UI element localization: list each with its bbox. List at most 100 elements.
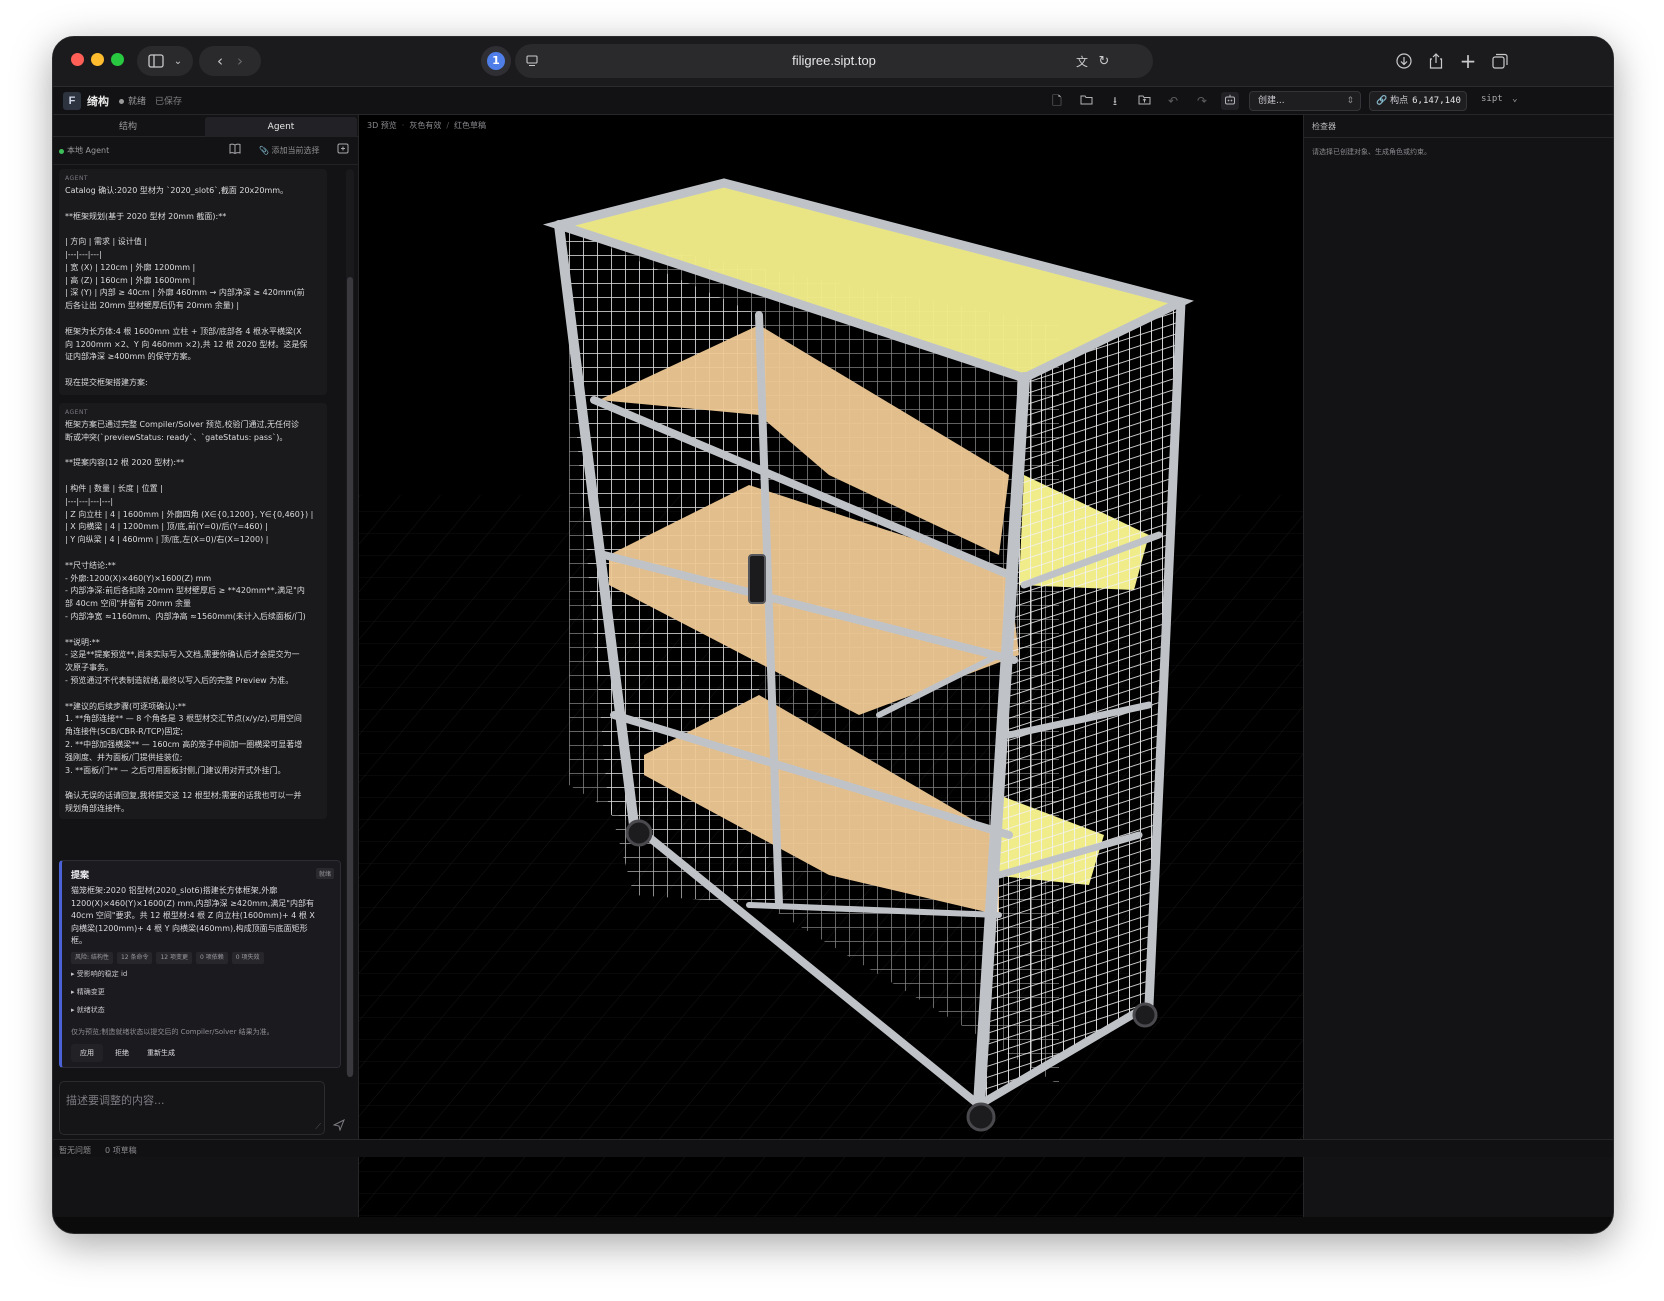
message-line: **说明:** xyxy=(65,637,100,647)
book-icon[interactable] xyxy=(229,143,241,157)
reject-button[interactable]: 拒绝 xyxy=(109,1044,135,1062)
message-line: 向 1200mm ×2、Y 向 460mm ×2),共 12 根 2020 型材… xyxy=(65,339,308,349)
redo-icon[interactable]: ↷ xyxy=(1193,92,1211,110)
tab-structure[interactable]: 结构 xyxy=(53,117,203,137)
close-window-button[interactable] xyxy=(71,53,84,66)
attach-selection-label: 添加当前选择 xyxy=(271,146,320,155)
message-line xyxy=(65,688,321,701)
regenerate-button[interactable]: 重新生成 xyxy=(141,1044,181,1062)
new-chat-icon[interactable] xyxy=(337,143,349,158)
message-line: - 预览通过不代表制造就绪,最终以写入后的完整 Preview 为准。 xyxy=(65,675,294,685)
reload-icon[interactable]: ↻ xyxy=(1093,46,1115,76)
chat-scrollbar-thumb[interactable] xyxy=(347,277,353,1077)
downloads-icon[interactable] xyxy=(1391,46,1417,76)
agent-icon[interactable] xyxy=(1221,92,1239,110)
forward-button[interactable]: › xyxy=(237,52,243,70)
message-line xyxy=(65,445,321,458)
status-dot xyxy=(119,99,124,104)
prompt-placeholder: 描述要调整的内容... xyxy=(66,1094,165,1107)
3d-viewport[interactable]: 3D 预览 · 灰色有效 / 红色草稿 xyxy=(359,115,1303,1217)
create-dropdown-label: 创建... xyxy=(1258,96,1285,106)
message-line: |---|---|---|---| xyxy=(65,496,114,506)
message-line: 断或冲突(`previewStatus: ready`、`gateStatus:… xyxy=(65,432,288,442)
proposal-line: 1200(X)×460(Y)×1600(Z) mm,内部净深 ≥420mm,满足… xyxy=(71,898,314,908)
saved-indicator: 已保存 xyxy=(155,97,183,107)
app-logo: F xyxy=(63,92,81,110)
dependencies-chip: 0 项依赖 xyxy=(196,952,228,964)
browser-toolbar: ⌄ ‹ › 1 filigree.sipt.top 文 ↻ + xyxy=(53,37,1613,87)
agent-toolbar: 本地 Agent 📎 添加当前选择 xyxy=(53,137,359,165)
proposal-actions: 应用 拒绝 重新生成 xyxy=(71,1044,181,1062)
disclosure-readiness[interactable]: ▸ 就绪状态 xyxy=(71,1005,105,1015)
link-icon: 🔗 xyxy=(1376,96,1388,106)
breadcrumb: 3D 预览 · 灰色有效 / 红色草稿 xyxy=(367,121,487,130)
chevron-down-icon: ⌄ xyxy=(1512,94,1518,104)
message-line: 现在提交框架搭建方案: xyxy=(65,377,148,387)
undo-icon[interactable]: ↶ xyxy=(1164,92,1182,110)
message-line: 3. **面板/门** — 之后可用面板封侧,门建议用对开式外挂门。 xyxy=(65,765,286,775)
prompt-input[interactable]: 描述要调整的内容... ⟋ xyxy=(59,1081,325,1135)
agent-panel: 结构 Agent 本地 Agent 📎 添加当前选择 AGENT Catalog… xyxy=(53,115,359,1217)
message-line: 规划角部连接件。 xyxy=(65,803,129,813)
share-icon[interactable] xyxy=(1423,46,1449,76)
tab-agent[interactable]: Agent xyxy=(205,117,357,137)
new-file-icon[interactable]: 🗋 xyxy=(1048,92,1066,110)
message-line: - 内部净宽 ≈1160mm、内部净高 ≈1560mm(未计入后续面板/门) xyxy=(65,611,306,621)
door-handle xyxy=(748,554,766,604)
send-icon[interactable] xyxy=(332,1118,345,1134)
caster-wheel xyxy=(1132,1002,1158,1028)
message-line: 框架方案已通过完整 Compiler/Solver 预览,校验门通过,无任何诊 xyxy=(65,420,300,429)
message-line: - 这是**提案预览**,尚未实际写入文档,需要你确认后才会提交为一 xyxy=(65,650,300,660)
new-tab-icon[interactable]: + xyxy=(1455,46,1481,76)
translate-icon[interactable]: 文 xyxy=(1071,46,1093,76)
proposal-chips: 风险: 结构性 12 条命令 12 项变更 0 项依赖 0 项失效 xyxy=(71,952,264,964)
proposal-title: 提案 xyxy=(71,871,90,881)
message-line: 后各让出 20mm 型材壁厚后仍有 20mm 余量) | xyxy=(65,301,240,311)
message-line xyxy=(65,624,321,637)
resize-grip-icon[interactable]: ⟋ xyxy=(315,1122,321,1132)
export-folder-icon[interactable] xyxy=(1135,92,1153,110)
disclosure-label: 就绪状态 xyxy=(76,1006,105,1014)
count-chip: 🔗 构点 6,147,140 xyxy=(1369,91,1467,111)
agent-online-dot xyxy=(59,149,64,154)
message-line: 部 40cm 空间"并留有 20mm 余量 xyxy=(65,599,191,609)
attach-selection-button[interactable]: 📎 添加当前选择 xyxy=(259,145,320,156)
agent-label: 本地 Agent xyxy=(67,146,110,155)
status-text: 就绪 xyxy=(128,97,147,107)
message-line: 确认无误的话请回复,我将提交这 12 根型材;需要的话我也可以一并 xyxy=(65,791,302,801)
back-button[interactable]: ‹ xyxy=(217,52,223,70)
message-line xyxy=(65,198,321,211)
disclosure-affected-ids[interactable]: ▸ 受影响的稳定 id xyxy=(71,969,127,979)
message-line: | 高 (Z) | 160cm | 外廓 1600mm | xyxy=(65,275,196,285)
unit-dropdown[interactable]: sipt ⌄ xyxy=(1481,94,1518,104)
password-manager-button[interactable]: 1 xyxy=(481,46,511,76)
proposal-line: 框。 xyxy=(71,936,87,946)
tab-overview-icon[interactable] xyxy=(1487,46,1513,76)
failures-chip: 0 项失效 xyxy=(231,952,264,964)
message-line: - 内部净深:前后各扣除 20mm 型材壁厚后 ≥ **420mm**,满足"内 xyxy=(65,586,305,596)
message-line: **建议的后续步骤(可逐项确认):** xyxy=(65,701,186,711)
open-folder-icon[interactable] xyxy=(1077,92,1095,110)
message-line: | 深 (Y) | 内部 ≥ 40cm | 外廓 460mm → 内部净深 ≥ … xyxy=(65,288,305,298)
caster-wheel xyxy=(966,1102,996,1132)
message-line: **框架规划(基于 2020 型材 20mm 截面):** xyxy=(65,211,227,221)
zoom-window-button[interactable] xyxy=(111,53,124,66)
sidebar-icon xyxy=(148,54,164,68)
message-line xyxy=(65,364,321,377)
proposal-line: 向横梁(1200mm)+ 4 根 Y 向横梁(460mm),构成顶面与底面矩形 xyxy=(71,923,308,933)
address-bar[interactable]: 1 filigree.sipt.top 文 ↻ xyxy=(481,44,1153,78)
sidebar-toggle-button[interactable]: ⌄ xyxy=(137,46,193,76)
chevron-down-icon: ⌄ xyxy=(173,55,183,67)
proposal-line: 猫笼框架:2020 铝型材(2020_slot6)搭建长方体框架,外廓 xyxy=(71,886,278,895)
changes-chip: 12 项变更 xyxy=(156,952,193,964)
apply-button[interactable]: 应用 xyxy=(71,1044,103,1062)
message-line: 2. **中部加强横梁** — 160cm 高的笼子中间加一圈横梁可显著增 xyxy=(65,739,303,749)
message-body: Catalog 确认:2020 型材为 `2020_slot6`,截面 20x2… xyxy=(65,185,321,390)
breadcrumb-item: 灰色有效 xyxy=(409,121,442,130)
disclosure-label: 精确变更 xyxy=(76,988,105,996)
create-dropdown[interactable]: 创建... ⇕ xyxy=(1249,91,1361,111)
download-icon[interactable]: ⭳ xyxy=(1106,92,1124,110)
disclosure-exact-changes[interactable]: ▸ 精确变更 xyxy=(71,987,105,997)
minimize-window-button[interactable] xyxy=(91,53,104,66)
message-line xyxy=(65,777,321,790)
